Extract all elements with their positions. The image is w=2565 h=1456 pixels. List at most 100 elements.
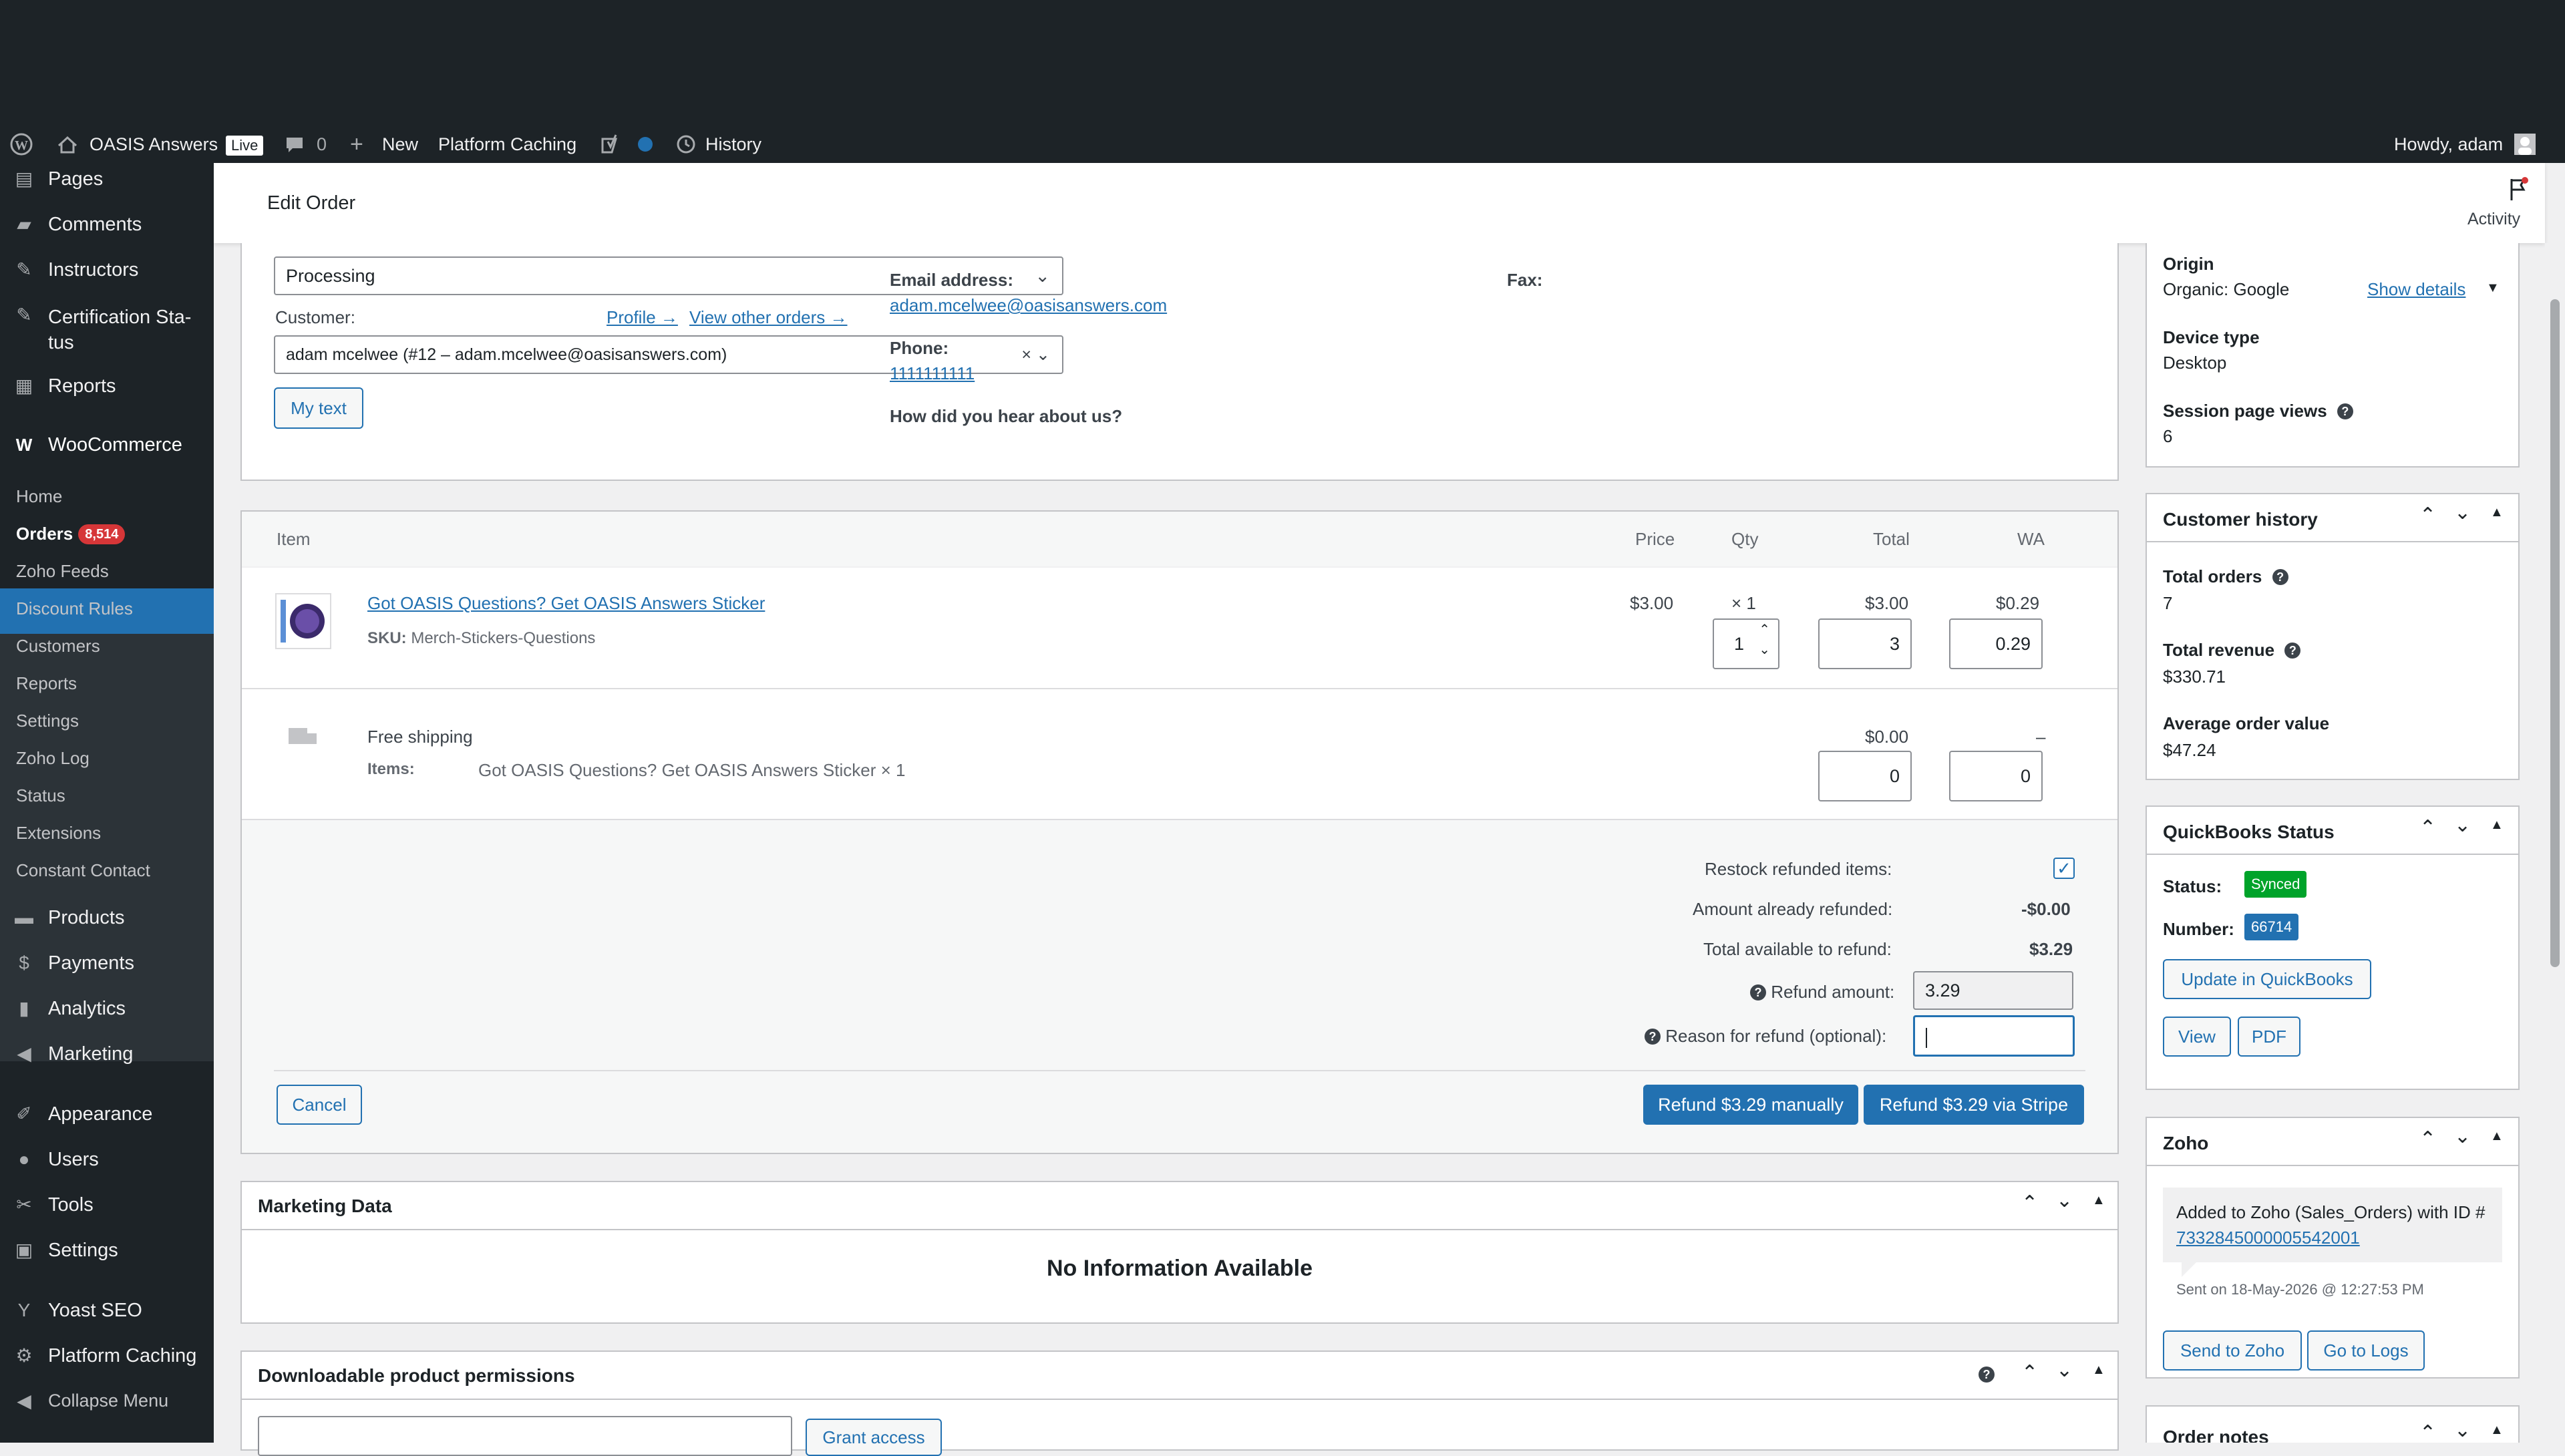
- submenu-reports[interactable]: Reports: [16, 673, 77, 694]
- menu-woocommerce[interactable]: W WooCommerce: [0, 434, 214, 461]
- menu-comments[interactable]: ▰ Comments: [0, 214, 214, 240]
- wordpress-logo-icon[interactable]: W: [9, 126, 33, 163]
- scrollbar-track[interactable]: [2545, 243, 2565, 1443]
- submenu-zoho-feeds[interactable]: Zoho Feeds: [16, 561, 109, 582]
- stepper-down-icon[interactable]: ⌄: [1759, 634, 1770, 665]
- show-details-link[interactable]: Show details: [2367, 279, 2465, 300]
- toggle-panel-icon[interactable]: ▲: [2490, 1423, 2504, 1438]
- menu-marketing[interactable]: ◀ Marketing: [0, 1043, 214, 1070]
- shipping-total-input[interactable]: 0: [1818, 751, 1912, 801]
- yoast-icon[interactable]: [598, 126, 625, 163]
- qty-stepper[interactable]: 1 ⌃ ⌄: [1713, 618, 1779, 669]
- toggle-panel-icon[interactable]: ▲: [2490, 1129, 2504, 1144]
- move-down-icon[interactable]: ⌄: [2454, 813, 2471, 837]
- avatar[interactable]: [2513, 126, 2537, 163]
- move-up-icon[interactable]: ⌃: [2419, 1127, 2436, 1151]
- help-icon[interactable]: ?: [2337, 403, 2353, 419]
- zoho-id-link[interactable]: 7332845000005542001: [2176, 1228, 2360, 1248]
- scrollbar-thumb[interactable]: [2550, 299, 2560, 967]
- menu-payments[interactable]: $ Payments: [0, 952, 214, 979]
- shipping-wa-input[interactable]: 0: [1949, 751, 2043, 801]
- submenu-discount-rules[interactable]: Discount Rules: [16, 598, 133, 619]
- move-down-icon[interactable]: ⌄: [2454, 1419, 2471, 1442]
- move-up-icon[interactable]: ⌃: [2419, 816, 2436, 840]
- qb-pdf-button[interactable]: PDF: [2238, 1017, 2300, 1057]
- submenu-home[interactable]: Home: [16, 486, 62, 507]
- help-icon[interactable]: ?: [1645, 1029, 1661, 1045]
- submenu-zoho-log[interactable]: Zoho Log: [16, 748, 90, 769]
- clear-icon[interactable]: ×: [1021, 337, 1031, 373]
- menu-certification-status[interactable]: ✎ Certification Sta- tus: [0, 305, 214, 358]
- view-other-orders-link[interactable]: View other orders →: [689, 307, 848, 328]
- refund-stripe-button[interactable]: Refund $3.29 via Stripe: [1864, 1085, 2084, 1125]
- comment-icon[interactable]: [283, 126, 306, 163]
- howdy-user[interactable]: Howdy, adam: [2394, 126, 2503, 163]
- menu-yoast-seo[interactable]: Y Yoast SEO: [0, 1300, 214, 1326]
- send-to-zoho-button[interactable]: Send to Zoho: [2163, 1330, 2302, 1371]
- plus-icon[interactable]: +: [350, 126, 363, 163]
- menu-users[interactable]: ● Users: [0, 1149, 214, 1175]
- toggle-panel-icon[interactable]: ▲: [2490, 817, 2504, 833]
- menu-settings[interactable]: ▣ Settings: [0, 1240, 214, 1266]
- chevron-down-icon[interactable]: ⌄: [1036, 337, 1050, 373]
- move-down-icon[interactable]: ⌄: [2454, 501, 2471, 524]
- item-wa-input[interactable]: 0.29: [1949, 618, 2043, 669]
- submenu-orders[interactable]: Orders 8,514: [16, 524, 126, 544]
- move-up-icon[interactable]: ⌃: [2021, 1361, 2038, 1385]
- product-thumbnail[interactable]: [275, 593, 331, 649]
- item-total-input[interactable]: 3: [1818, 618, 1912, 669]
- menu-analytics[interactable]: ▮ Analytics: [0, 998, 214, 1025]
- submenu-customers[interactable]: Customers: [16, 636, 100, 657]
- submenu-settings[interactable]: Settings: [16, 711, 79, 731]
- my-text-button[interactable]: My text: [274, 387, 363, 429]
- refund-manual-button[interactable]: Refund $3.29 manually: [1643, 1085, 1858, 1125]
- home-icon[interactable]: [56, 126, 79, 163]
- submenu-constant-contact[interactable]: Constant Contact: [16, 860, 150, 881]
- menu-reports[interactable]: ▦ Reports: [0, 375, 214, 402]
- activity-label[interactable]: Activity: [2467, 210, 2520, 229]
- menu-appearance[interactable]: ✐ Appearance: [0, 1103, 214, 1130]
- help-icon[interactable]: ?: [1979, 1367, 1995, 1383]
- platform-caching-link[interactable]: Platform Caching: [438, 126, 576, 163]
- move-up-icon[interactable]: ⌃: [2419, 504, 2436, 527]
- site-name-link[interactable]: OASIS Answers: [90, 126, 218, 163]
- comments-count[interactable]: 0: [317, 126, 327, 163]
- new-link[interactable]: New: [382, 126, 418, 163]
- submenu-extensions[interactable]: Extensions: [16, 823, 101, 844]
- email-link[interactable]: adam.mcelwee@oasisanswers.com: [890, 295, 1167, 316]
- go-to-logs-button[interactable]: Go to Logs: [2307, 1330, 2425, 1371]
- move-up-icon[interactable]: ⌃: [2419, 1421, 2436, 1443]
- history-link[interactable]: History: [705, 126, 761, 163]
- move-down-icon[interactable]: ⌄: [2454, 1125, 2471, 1148]
- move-down-icon[interactable]: ⌄: [2056, 1358, 2073, 1382]
- toggle-panel-icon[interactable]: ▲: [2092, 1193, 2105, 1208]
- move-down-icon[interactable]: ⌄: [2056, 1189, 2073, 1212]
- menu-tools[interactable]: ✂ Tools: [0, 1194, 214, 1221]
- downloadable-product-search[interactable]: [258, 1416, 792, 1456]
- phone-link[interactable]: 1111111111: [890, 363, 975, 384]
- grant-access-button[interactable]: Grant access: [806, 1419, 942, 1456]
- menu-instructors[interactable]: ✎ Instructors: [0, 259, 214, 286]
- toggle-panel-icon[interactable]: ▲: [2490, 505, 2504, 520]
- history-icon[interactable]: [675, 126, 697, 163]
- help-icon[interactable]: ?: [2272, 569, 2288, 585]
- menu-collapse[interactable]: ◀ Collapse Menu: [0, 1391, 214, 1417]
- qb-view-button[interactable]: View: [2163, 1017, 2231, 1057]
- help-icon[interactable]: ?: [2284, 643, 2301, 659]
- flag-icon[interactable]: [2506, 176, 2530, 203]
- refund-amount-input[interactable]: 3.29: [1913, 971, 2073, 1010]
- menu-pages[interactable]: ▤ Pages: [0, 168, 214, 195]
- toggle-panel-icon[interactable]: ▲: [2092, 1362, 2105, 1378]
- menu-platform-caching[interactable]: ⚙ Platform Caching: [0, 1345, 214, 1372]
- customer-profile-link[interactable]: Profile →: [607, 307, 678, 328]
- restock-checkbox[interactable]: ✓: [2053, 858, 2075, 879]
- move-up-icon[interactable]: ⌃: [2021, 1192, 2038, 1215]
- caret-down-icon[interactable]: ▼: [2486, 281, 2500, 296]
- menu-products[interactable]: ▬ Products: [0, 907, 214, 934]
- refund-reason-input[interactable]: [1913, 1015, 2075, 1057]
- cancel-refund-button[interactable]: Cancel: [277, 1085, 362, 1125]
- update-in-quickbooks-button[interactable]: Update in QuickBooks: [2163, 959, 2371, 999]
- submenu-status[interactable]: Status: [16, 785, 65, 806]
- help-icon[interactable]: ?: [1750, 984, 1766, 1000]
- product-name-link[interactable]: Got OASIS Questions? Get OASIS Answers S…: [367, 593, 765, 614]
